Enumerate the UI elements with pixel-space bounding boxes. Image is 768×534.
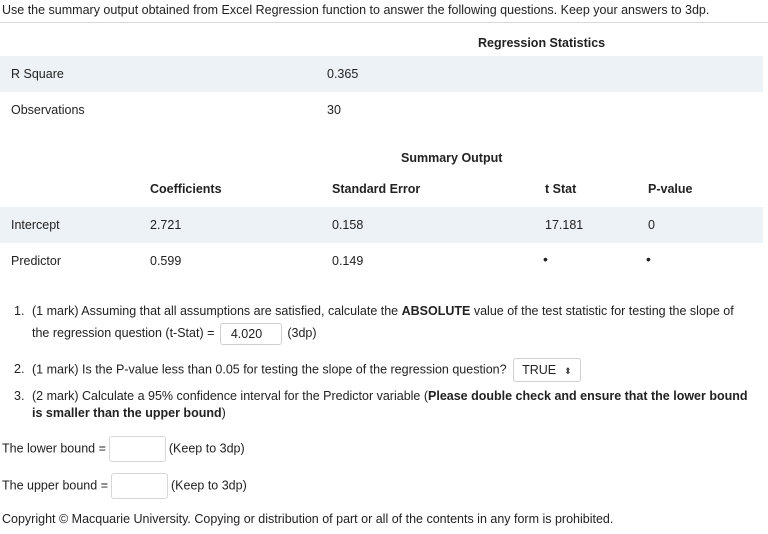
standard-error-value: 0.158 [332, 218, 364, 232]
question-3: 3. (2 mark) Calculate a 95% confidence i… [14, 388, 759, 422]
copyright-notice: Copyright © Macquarie University. Copyin… [2, 512, 614, 526]
question-2: 2. (1 mark) Is the P-value less than 0.0… [14, 358, 759, 382]
instructions-text: Use the summary output obtained from Exc… [2, 3, 710, 17]
lower-bound-label: The lower bound = [2, 441, 106, 456]
regression-statistics-title: Regression Statistics [478, 36, 606, 50]
p-value-true-false-select[interactable]: TRUE ⬍ [513, 358, 581, 382]
column-header: Standard Error [332, 182, 421, 196]
question-text: (1 mark) Assuming that all assumptions a… [32, 304, 402, 318]
chevron-updown-icon: ⬍ [564, 366, 572, 376]
question-number: 2. [14, 362, 25, 376]
question-text: the regression question (t-Stat) = [32, 326, 218, 340]
question-text: ) [221, 406, 226, 420]
lower-bound-row: The lower bound = (Keep to 3dp) [2, 436, 245, 462]
upper-bound-label: The upper bound = [2, 478, 108, 493]
lower-bound-hint: (Keep to 3dp) [168, 441, 245, 456]
t-stat-answer-input[interactable]: 4.020 [219, 322, 282, 345]
row-label: Intercept [11, 218, 60, 232]
upper-bound-input[interactable] [111, 473, 168, 499]
stats-label: R Square [11, 67, 64, 81]
stats-row-r-square: R Square 0.365 [0, 56, 763, 92]
question-number: 1. [14, 304, 25, 318]
summary-output-title: Summary Output [401, 151, 503, 165]
hidden-t-stat-dot: • [543, 251, 548, 267]
upper-bound-row: The upper bound = (Keep to 3dp) [2, 473, 247, 499]
answer-suffix: (3dp) [287, 326, 317, 340]
coefficient-value: 2.721 [150, 218, 182, 232]
row-label: Predictor [11, 254, 62, 268]
stats-label: Observations [11, 103, 85, 117]
stats-value: 30 [327, 103, 341, 117]
question-number: 3. [14, 389, 25, 403]
divider [0, 22, 768, 23]
question-text: value of the test statistic for testing … [470, 304, 734, 318]
table-row: Predictor 0.599 0.149 • • [0, 243, 763, 279]
select-value: TRUE [522, 363, 557, 377]
column-header: t Stat [545, 182, 577, 196]
question-emphasis: ABSOLUTE [401, 304, 471, 318]
p-value: 0 [648, 218, 655, 232]
lower-bound-input[interactable] [108, 436, 166, 462]
summary-header-row: Coefficients Standard Error t Stat P-val… [0, 171, 763, 207]
upper-bound-hint: (Keep to 3dp) [171, 478, 247, 493]
t-stat-value: 17.181 [545, 218, 584, 232]
standard-error-value: 0.149 [332, 254, 364, 268]
hidden-p-value-dot: • [646, 251, 651, 267]
column-header: Coefficients [150, 182, 222, 196]
column-header: P-value [648, 182, 693, 196]
question-text: (2 mark) Calculate a 95% confidence inte… [32, 389, 429, 403]
coefficient-value: 0.599 [150, 254, 182, 268]
stats-row-observations: Observations 30 [0, 92, 763, 128]
stats-value: 0.365 [327, 67, 359, 81]
question-text: (1 mark) Is the P-value less than 0.05 f… [32, 362, 507, 377]
table-row: Intercept 2.721 0.158 17.181 0 [0, 207, 763, 243]
question-1: 1. (1 mark) Assuming that all assumption… [14, 300, 759, 345]
